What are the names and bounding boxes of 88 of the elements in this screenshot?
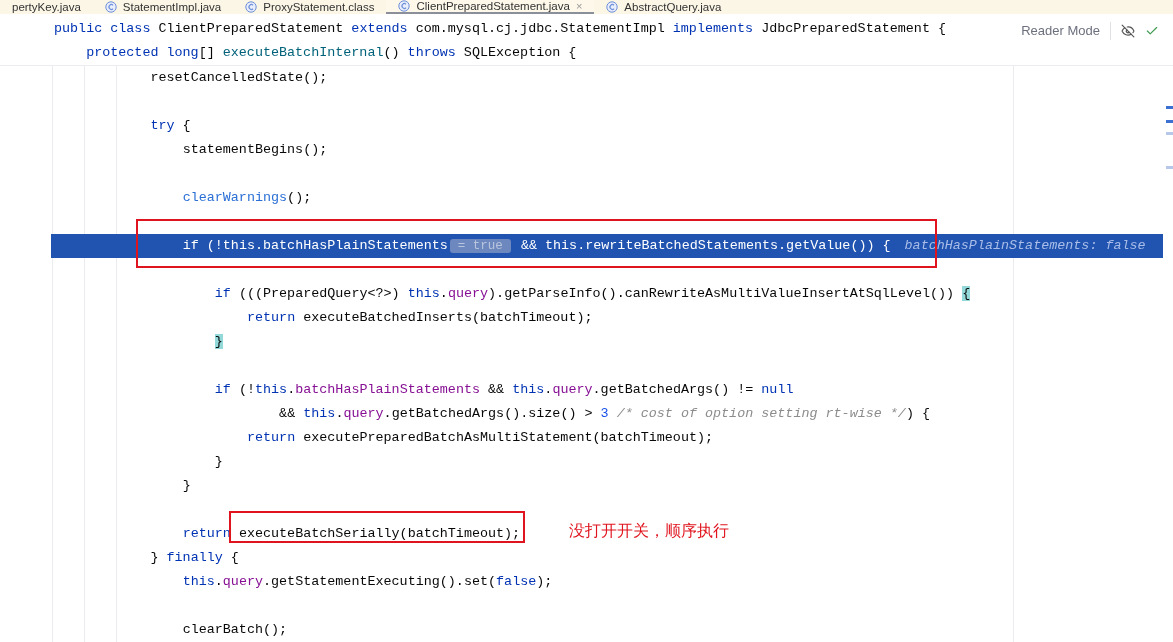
- code-token: com.mysql.cj.jdbc.StatementImpl: [414, 21, 666, 36]
- code-token: this: [182, 574, 215, 589]
- code-token: []: [198, 45, 216, 60]
- code-token: (!: [237, 382, 255, 397]
- code-token: ClientPreparedStatement: [157, 21, 345, 36]
- code-token: batchHasPlainStatements: [263, 238, 448, 253]
- code-token: ).getParseInfo().canRewriteAsMultiValueInsertAtSqlLevel()): [488, 286, 956, 301]
- code-token: .: [335, 406, 344, 421]
- code-token: executeBatchedInserts(batchTimeout);: [302, 310, 593, 325]
- editor-tab[interactable]: ProxyStatement.class: [233, 0, 387, 14]
- code-token: if: [182, 238, 199, 253]
- code-token: SQLException {: [462, 45, 577, 60]
- code-token: executeBatchInternal: [222, 45, 384, 60]
- code-comment: /* cost of option setting rt-wise */: [616, 406, 906, 421]
- editor-tab[interactable]: StatementImpl.java: [92, 0, 234, 14]
- code-token: clearBatch();: [182, 622, 288, 637]
- code-token: }: [214, 334, 223, 349]
- code-token: this: [407, 286, 440, 301]
- code-token: &&: [487, 382, 506, 397]
- code-token: batchHasPlainStatements: [295, 382, 480, 397]
- tab-label: StatementImpl.java: [122, 0, 222, 14]
- code-token: &&: [519, 238, 538, 253]
- code-token: try: [150, 118, 175, 133]
- tab-label: ProxyStatement.class: [263, 0, 375, 14]
- code-token: if: [214, 382, 231, 397]
- editor-tab[interactable]: pertyKey.java: [0, 0, 93, 14]
- code-token: .: [577, 238, 586, 253]
- code-token: {: [229, 550, 239, 565]
- code-token: public class: [54, 21, 151, 36]
- code-token: .: [439, 286, 448, 301]
- code-token: statementBegins();: [182, 142, 328, 157]
- code-token: ) {: [905, 406, 931, 421]
- eye-off-icon[interactable]: [1121, 23, 1135, 38]
- code-token: .: [287, 382, 296, 397]
- code-token: extends: [351, 21, 408, 36]
- tab-label: ClientPreparedStatement.java: [416, 0, 570, 13]
- code-token: return: [182, 526, 231, 541]
- code-token: JdbcPreparedStatement {: [760, 21, 946, 36]
- code-token: .: [214, 574, 223, 589]
- code-token: ();: [287, 190, 312, 205]
- reader-mode-label[interactable]: Reader Mode: [1021, 21, 1100, 41]
- code-token: executeBatchSerially(batchTimeout);: [237, 526, 521, 541]
- code-token: return: [246, 430, 296, 445]
- code-token: &&: [279, 406, 297, 421]
- code-token: );: [536, 574, 553, 589]
- code-token: query: [447, 286, 489, 301]
- code-token: (!: [205, 238, 223, 253]
- code-token: .getBatchedArgs().size() >: [383, 406, 594, 421]
- editor-tab[interactable]: AbstractQuery.java: [594, 0, 734, 14]
- tab-label: pertyKey.java: [12, 0, 81, 14]
- code-token: .getBatchedArgs() !=: [592, 382, 755, 397]
- code-token: if: [214, 286, 231, 301]
- editor-tab[interactable]: ClientPreparedStatement.java ×: [386, 0, 595, 14]
- code-token: throws: [407, 45, 456, 60]
- code-token: this: [545, 238, 578, 253]
- code-token: this: [512, 382, 545, 397]
- code-token: .getValue()) {: [778, 238, 891, 253]
- code-token: query: [552, 382, 593, 397]
- code-token: this: [303, 406, 336, 421]
- code-token: finally: [166, 550, 223, 565]
- code-token: .getStatementExecuting().set(: [263, 574, 497, 589]
- code-token: null: [761, 382, 794, 397]
- code-token: (((PreparedQuery<?>): [237, 286, 401, 301]
- code-token: this: [222, 238, 255, 253]
- code-token: .: [254, 238, 263, 253]
- code-token: clearWarnings: [182, 190, 288, 205]
- code-token: query: [343, 406, 384, 421]
- code-token: return: [246, 310, 296, 325]
- code-token: this: [255, 382, 288, 397]
- code-token: protected long: [86, 45, 199, 60]
- code-token: {: [962, 286, 971, 301]
- code-token: rewriteBatchedStatements: [585, 238, 779, 253]
- code-token: 3: [600, 406, 609, 421]
- error-stripe-drawing: [1166, 106, 1173, 169]
- code-token: (): [383, 45, 401, 60]
- code-token: {: [181, 118, 191, 133]
- code-token: }: [182, 478, 191, 493]
- inline-value-hint: = true: [449, 239, 511, 253]
- code-token: .: [544, 382, 553, 397]
- code-token: query: [222, 574, 263, 589]
- tab-label: AbstractQuery.java: [624, 0, 722, 14]
- code-token: }: [150, 550, 160, 565]
- code-token: false: [496, 574, 537, 589]
- code-token: }: [214, 454, 223, 469]
- code-token: executePreparedBatchAsMultiStatement(batchTimeout);: [302, 430, 714, 445]
- code-token: implements: [672, 21, 754, 36]
- annotation-note: 没打开开关，顺序执行: [569, 521, 729, 541]
- code-token: resetCancelledState();: [150, 70, 328, 85]
